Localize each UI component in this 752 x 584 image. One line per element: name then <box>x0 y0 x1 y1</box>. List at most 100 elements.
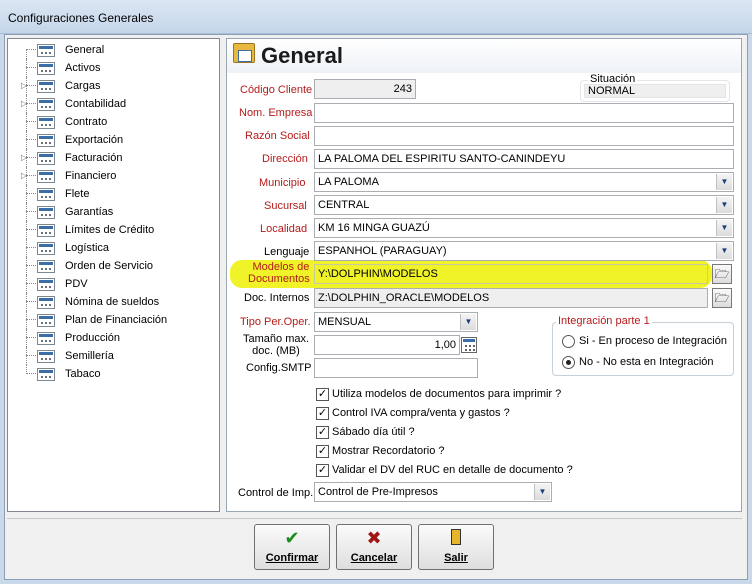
tree-connector <box>26 275 27 293</box>
expand-icon[interactable]: ▷ <box>21 81 27 91</box>
tree-item-17[interactable]: Semillería <box>8 347 218 365</box>
municipio-select[interactable]: LA PALOMA ▼ <box>314 172 734 192</box>
doc-internos-field[interactable]: Z:\DOLPHIN_ORACLE\MODELOS <box>314 288 708 308</box>
tree-item-13[interactable]: PDV <box>8 275 218 293</box>
control-imp-select[interactable]: Control de Pre-Impresos ▼ <box>314 482 552 502</box>
confirmar-label: Confirmar <box>265 552 319 564</box>
cancelar-label: Cancelar <box>350 552 398 564</box>
tree-item-7[interactable]: ▷ Financiero <box>8 167 218 185</box>
chevron-down-icon[interactable]: ▼ <box>716 197 732 213</box>
municipio-label: Municipio <box>259 177 306 189</box>
expand-icon[interactable]: ▷ <box>21 153 27 163</box>
tree-connector <box>26 221 27 239</box>
tree-connector <box>26 157 36 158</box>
tree-item-2[interactable]: ▷ Cargas <box>8 77 218 95</box>
settings-tree[interactable]: General Activos ▷ Cargas ▷ Contabilidad Contra… <box>7 38 220 512</box>
tree-item-label: Logística <box>65 242 110 254</box>
codigo-cliente-field[interactable]: 243 <box>314 79 416 99</box>
tree-item-3[interactable]: ▷ Contabilidad <box>8 95 218 113</box>
tipo-per-select[interactable]: MENSUAL ▼ <box>314 312 478 332</box>
tree-item-label: Nómina de sueldos <box>65 296 160 308</box>
integracion-no-radio[interactable] <box>562 356 575 369</box>
grid-icon <box>37 224 55 237</box>
tree-connector <box>26 265 36 266</box>
tree-item-label: Garantías <box>65 206 114 218</box>
tree-item-10[interactable]: Límites de Crédito <box>8 221 218 239</box>
tree-item-5[interactable]: Exportación <box>8 131 218 149</box>
municipio-value: LA PALOMA <box>318 176 379 188</box>
razon-social-field[interactable] <box>314 126 734 146</box>
expand-icon[interactable]: ▷ <box>21 171 27 181</box>
tree-connector <box>26 355 36 356</box>
tree-item-label: Flete <box>65 188 90 200</box>
tree-item-14[interactable]: Nómina de sueldos <box>8 293 218 311</box>
razon-social-label: Razón Social <box>245 130 310 142</box>
grid-icon <box>37 368 55 381</box>
localidad-select[interactable]: KM 16 MINGA GUAZÚ ▼ <box>314 218 734 238</box>
window-title: Configuraciones Generales <box>8 11 154 25</box>
tree-item-12[interactable]: Orden de Servicio <box>8 257 218 275</box>
grid-icon <box>37 116 55 129</box>
tree-connector <box>26 257 27 275</box>
tree-item-18[interactable]: Tabaco <box>8 365 218 383</box>
tree-item-15[interactable]: Plan de Financiación <box>8 311 218 329</box>
tree-connector <box>26 175 36 176</box>
integracion-si-radio[interactable] <box>562 335 575 348</box>
nom-empresa-field[interactable] <box>314 103 734 123</box>
expand-icon[interactable]: ▷ <box>21 99 27 109</box>
grid-icon <box>37 242 55 255</box>
check-1-label: Control IVA compra/venta y gastos ? <box>332 407 510 419</box>
chevron-down-icon[interactable]: ▼ <box>460 314 476 330</box>
lenguaje-label: Lenguaje <box>264 246 310 258</box>
calculator-icon[interactable] <box>461 337 477 353</box>
grid-icon <box>37 332 55 345</box>
tamano-field[interactable]: 1,00 <box>314 335 460 355</box>
cancelar-button[interactable]: ✖ Cancelar <box>336 524 412 570</box>
control-imp-label: Control de Imp. <box>238 487 314 499</box>
tree-item-label: Plan de Financiación <box>65 314 168 326</box>
chevron-down-icon[interactable]: ▼ <box>716 174 732 190</box>
chevron-down-icon[interactable]: ▼ <box>534 484 550 500</box>
folder-open-icon[interactable]: 🗁 <box>712 264 732 284</box>
config-smtp-field[interactable] <box>314 358 478 378</box>
check-4-checkbox[interactable]: ✓ <box>316 464 329 477</box>
tree-connector <box>26 203 27 221</box>
tree-connector <box>26 193 36 194</box>
folder-open-icon[interactable]: 🗁 <box>712 288 732 308</box>
tree-item-9[interactable]: Garantías <box>8 203 218 221</box>
check-1-checkbox[interactable]: ✓ <box>316 407 329 420</box>
chevron-down-icon[interactable]: ▼ <box>716 243 732 259</box>
tree-item-label: Semillería <box>65 350 114 362</box>
tree-connector <box>26 121 36 122</box>
grid-icon <box>37 350 55 363</box>
grid-icon <box>37 206 55 219</box>
confirmar-button[interactable]: ✔ Confirmar <box>254 524 330 570</box>
salir-label: Salir <box>444 552 468 564</box>
modelos-field[interactable]: Y:\DOLPHIN\MODELOS <box>314 264 708 284</box>
sucursal-select[interactable]: CENTRAL ▼ <box>314 195 734 215</box>
lenguaje-select[interactable]: ESPANHOL (PARAGUAY) ▼ <box>314 241 734 261</box>
direccion-field[interactable]: LA PALOMA DEL ESPIRITU SANTO-CANINDEYU <box>314 149 734 169</box>
integracion-title: Integración parte 1 <box>556 315 652 327</box>
tree-item-0[interactable]: General <box>8 41 218 59</box>
tree-item-16[interactable]: Producción <box>8 329 218 347</box>
salir-button[interactable]: Salir <box>418 524 494 570</box>
grid-icon <box>37 314 55 327</box>
tree-item-4[interactable]: Contrato <box>8 113 218 131</box>
chevron-down-icon[interactable]: ▼ <box>716 220 732 236</box>
tree-connector <box>26 185 27 203</box>
check-0-checkbox[interactable]: ✓ <box>316 388 329 401</box>
check-2-checkbox[interactable]: ✓ <box>316 426 329 439</box>
panel-header: General <box>227 39 741 73</box>
tree-item-6[interactable]: ▷ Facturación <box>8 149 218 167</box>
tree-connector <box>26 319 36 320</box>
check-3-checkbox[interactable]: ✓ <box>316 445 329 458</box>
doc-internos-label: Doc. Internos <box>244 292 310 304</box>
tree-item-11[interactable]: Logística <box>8 239 218 257</box>
tree-item-label: Contrato <box>65 116 108 128</box>
tree-item-1[interactable]: Activos <box>8 59 218 77</box>
sucursal-label: Sucursal <box>264 200 307 212</box>
tree-item-8[interactable]: Flete <box>8 185 218 203</box>
config-smtp-label: Config.SMTP <box>246 362 312 374</box>
tree-item-label: Activos <box>65 62 101 74</box>
